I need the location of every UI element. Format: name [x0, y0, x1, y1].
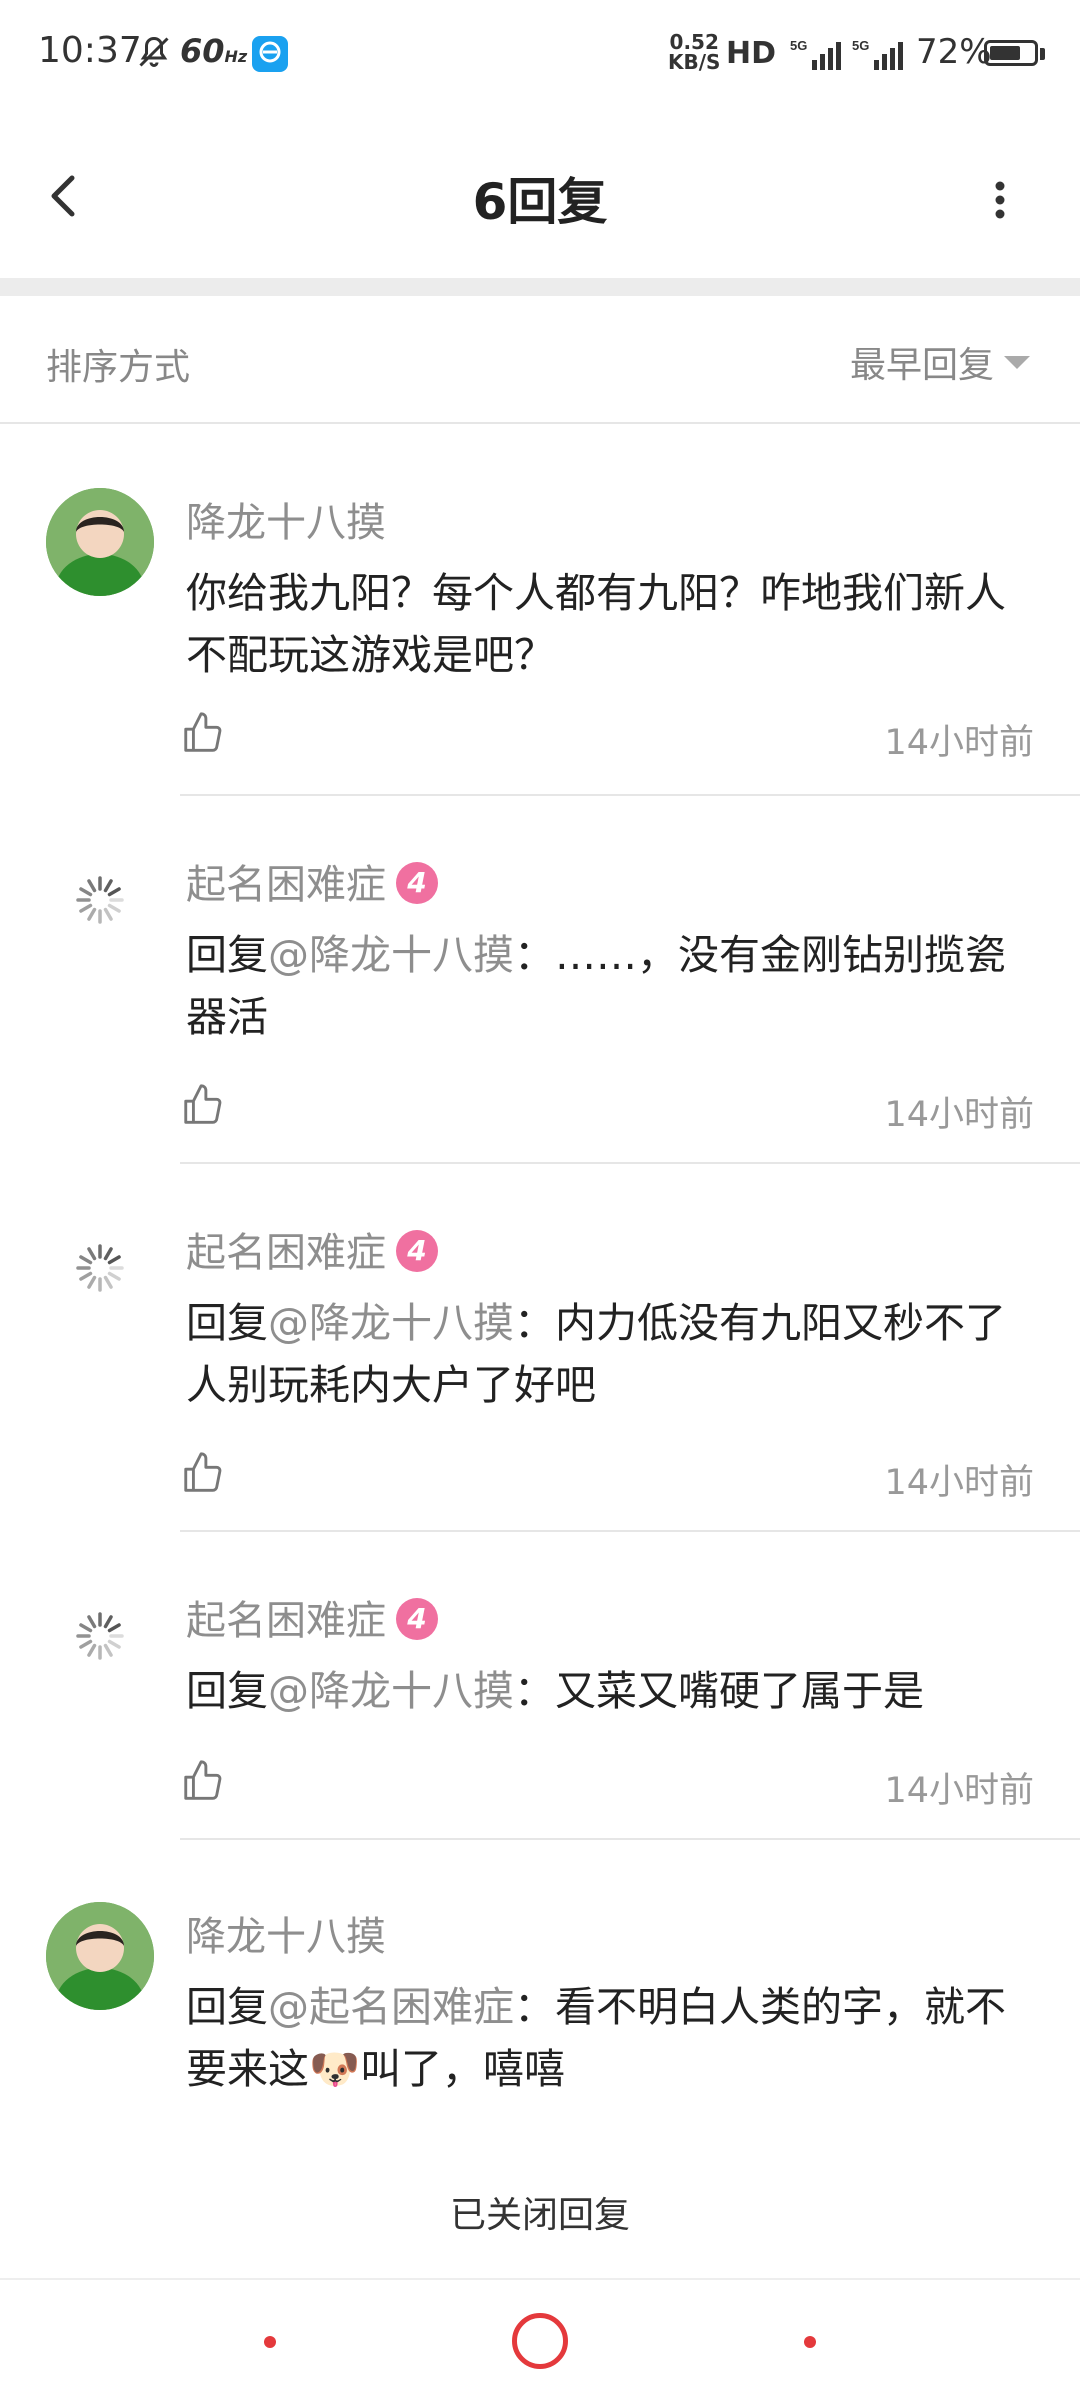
- sort-label: 排序方式: [46, 347, 191, 388]
- spinner-spoke: [107, 903, 121, 913]
- spinner-spoke: [103, 907, 113, 921]
- header: 6回复: [0, 110, 1080, 278]
- spinner-spoke: [87, 907, 97, 921]
- refresh-rate: 60Hz: [180, 32, 248, 70]
- network-speed: 0.52 KB/S: [668, 30, 721, 74]
- comment-body: 回复@起名困难症：看不明白人类的字，就不要来这🐶叫了，嘻嘻: [186, 1983, 1006, 2093]
- comment-time: 14小时前: [884, 1095, 1034, 1135]
- spinner-spoke: [103, 1615, 113, 1629]
- header-divider: [0, 278, 1080, 296]
- spinner-spoke: [79, 1271, 93, 1281]
- loading-spinner-icon: [76, 1612, 124, 1660]
- comment-item: 起名困难症 4 回复@降龙十八摸：又菜又嘴硬了属于是 14小时前: [0, 1532, 1080, 1840]
- battery-tip: [1040, 48, 1045, 60]
- caret-down-icon[interactable]: [1004, 356, 1030, 369]
- spinner-spoke: [103, 879, 113, 893]
- battery-percent: 72%: [916, 32, 992, 72]
- avatar[interactable]: [46, 488, 154, 596]
- status-time: 10:37: [38, 30, 142, 71]
- signal-5g-icon: 5G: [790, 38, 841, 70]
- loading-spinner-icon: [76, 1244, 124, 1292]
- comment-item: 降龙十八摸 你给我九阳？每个人都有九阳？咋地我们新人不配玩这游戏是吧？ 14小时…: [0, 424, 1080, 796]
- bell-muted-icon: [139, 36, 169, 67]
- spinner-spoke: [79, 903, 93, 913]
- spinner-spoke: [79, 1623, 93, 1633]
- nav-home-button[interactable]: [512, 2313, 568, 2369]
- mention-link[interactable]: @降龙十八摸: [268, 1667, 514, 1715]
- level-badge: 4: [396, 1598, 438, 1640]
- comment-author[interactable]: 降龙十八摸: [186, 1904, 386, 1962]
- comment-item: 降龙十八摸 回复@起名困难症：看不明白人类的字，就不要来这🐶叫了，嘻嘻: [0, 1840, 1080, 2140]
- comment-author[interactable]: 起名困难症 4: [186, 1588, 438, 1646]
- comment-item: 起名困难症 4 回复@降龙十八摸：内力低没有九阳又秒不了人别玩耗内大户了好吧 14…: [0, 1164, 1080, 1532]
- comment-time: 14小时前: [884, 1463, 1034, 1503]
- spinner-spoke: [107, 1255, 121, 1265]
- more-vertical-icon[interactable]: [980, 170, 1020, 230]
- level-badge: 4: [396, 1230, 438, 1272]
- thumbs-up-icon[interactable]: [180, 710, 226, 756]
- status-bar: 10:37 60Hz 0.52 KB/S HD 5G 5G 72%: [0, 0, 1080, 110]
- spinner-spoke: [103, 1643, 113, 1657]
- spinner-spoke: [79, 1639, 93, 1649]
- loading-spinner-icon: [76, 876, 124, 924]
- comment-body: 回复@降龙十八摸：内力低没有九阳又秒不了人别玩耗内大户了好吧: [186, 1299, 1006, 1409]
- sort-row: 排序方式 最早回复: [0, 296, 1080, 424]
- spinner-spoke: [103, 1275, 113, 1289]
- level-badge: 4: [396, 862, 438, 904]
- comment-item: 起名困难症 4 回复@降龙十八摸：……，没有金刚钻别揽瓷器活 14小时前: [0, 796, 1080, 1164]
- battery-fill: [990, 46, 1020, 60]
- app-notification-icon: [252, 36, 288, 72]
- nav-dot-left[interactable]: [264, 2336, 276, 2348]
- bottom-nav-divider: [0, 2278, 1080, 2280]
- mention-link[interactable]: @起名困难症: [268, 1983, 514, 2031]
- mention-link[interactable]: @降龙十八摸: [268, 931, 514, 979]
- comment-body: 回复@降龙十八摸：又菜又嘴硬了属于是: [186, 1667, 924, 1715]
- avatar[interactable]: [46, 1902, 154, 2010]
- dog-emoji-icon: 🐶: [309, 2045, 361, 2093]
- nav-dot-right[interactable]: [804, 2336, 816, 2348]
- sort-select[interactable]: 最早回复: [850, 336, 994, 388]
- hd-indicator: HD: [726, 36, 777, 71]
- spinner-spoke: [79, 887, 93, 897]
- svg-text:5G: 5G: [852, 38, 869, 53]
- comment-author[interactable]: 起名困难症 4: [186, 852, 438, 910]
- thumbs-up-icon[interactable]: [180, 1082, 226, 1128]
- spinner-spoke: [87, 1643, 97, 1657]
- signal-5g-icon: 5G: [852, 38, 903, 70]
- avatar-photo-icon: [46, 1902, 154, 2010]
- replies-closed-notice: 已关闭回复: [449, 2195, 630, 2236]
- svg-text:5G: 5G: [790, 38, 807, 53]
- comment-author[interactable]: 降龙十八摸: [186, 490, 386, 548]
- mention-link[interactable]: @降龙十八摸: [268, 1299, 514, 1347]
- spinner-spoke: [107, 887, 121, 897]
- comment-body: 回复@降龙十八摸：……，没有金刚钻别揽瓷器活: [186, 931, 1006, 1041]
- spinner-spoke: [103, 1247, 113, 1261]
- spinner-spoke: [87, 1615, 97, 1629]
- spinner-spoke: [107, 1639, 121, 1649]
- spinner-spoke: [79, 1255, 93, 1265]
- page-title: 6回复: [472, 173, 608, 231]
- avatar-photo-icon: [46, 488, 154, 596]
- comment-time: 14小时前: [884, 1771, 1034, 1811]
- spinner-spoke: [107, 1623, 121, 1633]
- spinner-spoke: [87, 1247, 97, 1261]
- spinner-spoke: [107, 1271, 121, 1281]
- spinner-spoke: [87, 879, 97, 893]
- comment-author[interactable]: 起名困难症 4: [186, 1220, 438, 1278]
- comment-body: 你给我九阳？每个人都有九阳？咋地我们新人不配玩这游戏是吧？: [186, 569, 1006, 679]
- thumbs-up-icon[interactable]: [180, 1450, 226, 1496]
- spinner-spoke: [87, 1275, 97, 1289]
- comment-time: 14小时前: [884, 723, 1034, 763]
- thumbs-up-icon[interactable]: [180, 1758, 226, 1804]
- battery-icon: [984, 40, 1038, 66]
